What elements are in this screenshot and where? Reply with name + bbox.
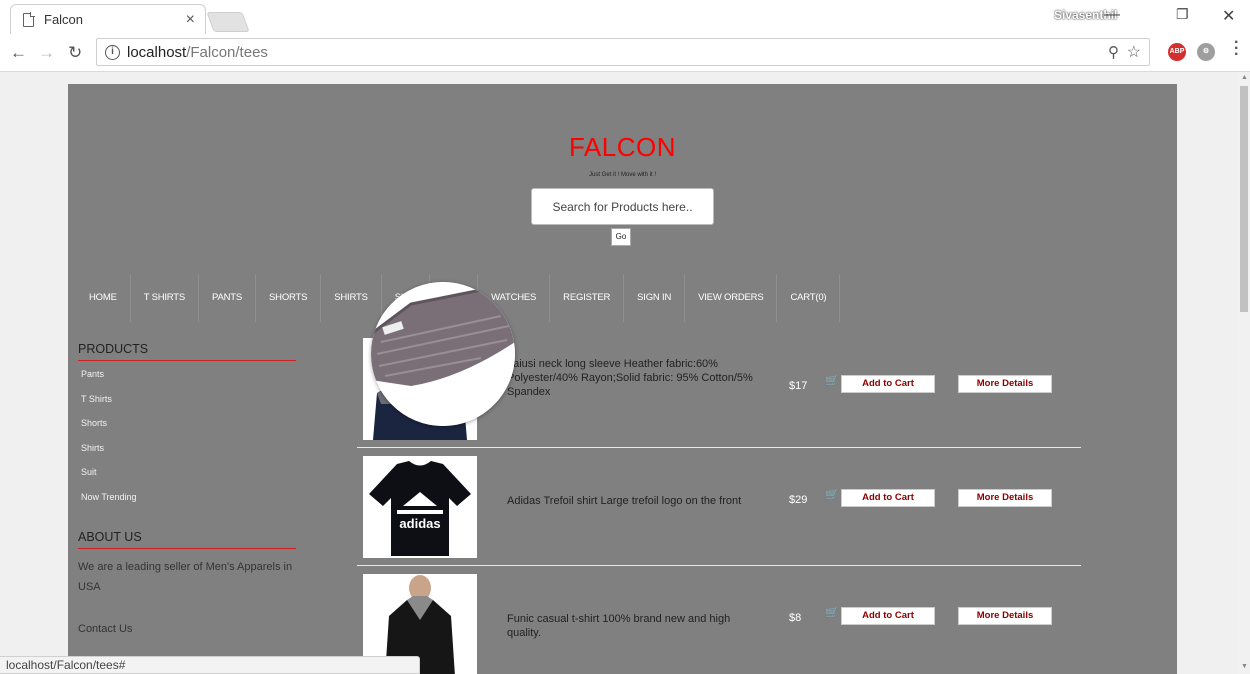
nav-cart[interactable]: CART(0) (777, 274, 841, 322)
contact-heading: Contact Us (78, 623, 133, 635)
product-image[interactable]: adidas (363, 456, 477, 558)
page-icon (23, 12, 35, 27)
sidebar-link-suit[interactable]: Suit (81, 467, 296, 492)
more-details-button[interactable]: More Details (958, 489, 1052, 507)
add-to-cart-button[interactable]: Add to Cart (841, 375, 935, 393)
product-description: Laiusi neck long sleeve Heather fabric:6… (507, 358, 753, 398)
more-details-button[interactable]: More Details (958, 607, 1052, 625)
image-zoom-lens (371, 282, 515, 426)
sidebar: PRODUCTS Pants T Shirts Shorts Shirts Su… (78, 342, 296, 635)
reload-icon[interactable]: ↻ (68, 43, 82, 63)
nav-register[interactable]: REGISTER (550, 274, 625, 322)
close-icon[interactable]: × (186, 11, 195, 29)
zoom-icon[interactable]: ⚲ (1108, 43, 1119, 61)
sidebar-link-shirts[interactable]: Shirts (81, 443, 296, 468)
go-button[interactable]: Go (611, 228, 631, 246)
restore-icon[interactable]: ❐ (1176, 6, 1189, 23)
scrollbar-thumb[interactable] (1240, 86, 1248, 312)
sidebar-link-shorts[interactable]: Shorts (81, 418, 296, 443)
sidebar-link-tshirts[interactable]: T Shirts (81, 394, 296, 419)
product-description: Adidas Trefoil shirt Large trefoil logo … (507, 495, 742, 507)
sidebar-link-pants[interactable]: Pants (81, 369, 296, 394)
site-tagline: Just Get it ! Move with it ! (588, 172, 657, 178)
nav-sign-in[interactable]: SIGN IN (624, 274, 686, 322)
browser-tab[interactable]: Falcon × (10, 4, 206, 34)
scroll-up-icon[interactable]: ▲ (1241, 74, 1248, 81)
address-host: localhost (127, 43, 187, 61)
adblock-icon[interactable]: ABP (1168, 43, 1186, 61)
browser-toolbar: ← → ↻ i localhost/Falcon/tees ⚲ ☆ (0, 34, 1250, 72)
product-description: Funic casual t-shirt 100% brand new and … (507, 613, 731, 639)
extension-icon[interactable]: ⚙ (1197, 43, 1215, 61)
product-price: $17 (789, 380, 808, 392)
product-row: adidas Adidas Trefoil shirt Large trefoi… (357, 448, 1081, 566)
cart-icon: 🛒 (825, 607, 839, 619)
add-to-cart-button[interactable]: Add to Cart (841, 489, 935, 507)
site-logo[interactable]: FALCON (68, 132, 1177, 163)
window-close-icon[interactable]: ✕ (1222, 6, 1235, 26)
more-details-button[interactable]: More Details (958, 375, 1052, 393)
cart-icon: 🛒 (825, 489, 839, 501)
products-heading: PRODUCTS (78, 342, 296, 361)
nav-shorts[interactable]: SHORTS (256, 274, 322, 322)
scroll-down-icon[interactable]: ▼ (1241, 663, 1248, 670)
status-bar-url: localhost/Falcon/tees# (0, 656, 420, 674)
star-icon[interactable]: ☆ (1127, 42, 1141, 62)
menu-icon[interactable]: · · · (1234, 35, 1239, 63)
product-row: Funic casual t-shirt 100% brand new and … (357, 566, 1081, 674)
nav-tshirts[interactable]: T SHIRTS (131, 274, 200, 322)
minimize-icon[interactable]: — (1104, 6, 1120, 24)
scrollbar[interactable]: ▲ ▼ (1238, 72, 1250, 674)
cart-icon: 🛒 (825, 375, 839, 387)
add-to-cart-button[interactable]: Add to Cart (841, 607, 935, 625)
nav-view-orders[interactable]: VIEW ORDERS (685, 274, 778, 322)
product-price: $29 (789, 494, 808, 506)
forward-icon[interactable]: → (38, 43, 55, 63)
tab-title: Falcon (44, 12, 84, 27)
address-path: /Falcon/tees (186, 43, 268, 61)
nav-pants[interactable]: PANTS (199, 274, 257, 322)
info-icon[interactable]: i (105, 44, 120, 60)
search-input[interactable] (531, 188, 714, 225)
tab-strip: Falcon × Sivasenthil — ❐ ✕ (0, 0, 1250, 34)
about-heading: ABOUT US (78, 530, 296, 549)
adidas-logo-text: adidas (399, 516, 440, 531)
nav-home[interactable]: HOME (76, 274, 131, 322)
new-tab-button[interactable] (206, 12, 250, 32)
about-text: We are a leading seller of Men's Apparel… (78, 561, 293, 593)
sidebar-link-now-trending[interactable]: Now Trending (81, 492, 296, 517)
product-price: $8 (789, 612, 802, 624)
address-bar[interactable]: i localhost/Falcon/tees ⚲ ☆ (96, 38, 1150, 66)
site-container: FALCON Just Get it ! Move with it ! Go H… (68, 84, 1177, 674)
back-icon[interactable]: ← (10, 43, 27, 63)
nav-shirts[interactable]: SHIRTS (321, 274, 382, 322)
page-viewport: FALCON Just Get it ! Move with it ! Go H… (0, 72, 1238, 674)
